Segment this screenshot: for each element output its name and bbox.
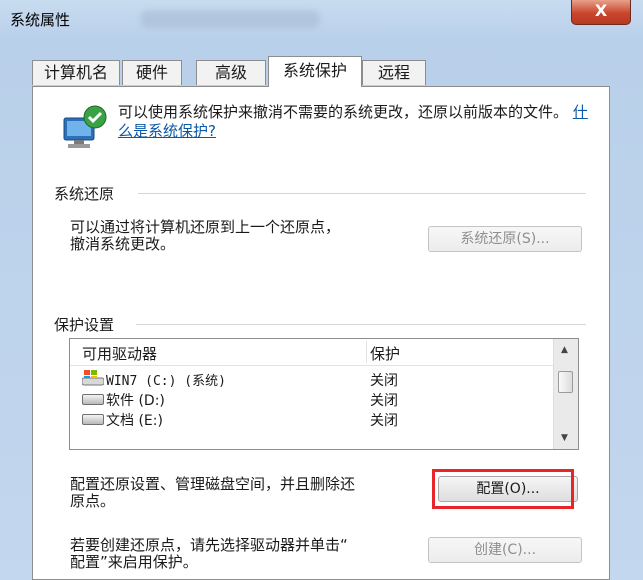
configure-desc-line1: 配置还原设置、管理磁盘空间，并且删除还 — [70, 475, 356, 493]
table-row[interactable]: WIN7 (C:) (系统) 关闭 — [70, 369, 554, 389]
column-header-protection[interactable]: 保护 — [370, 343, 400, 364]
windows-drive-icon — [82, 370, 104, 386]
restore-desc-line2: 撤消系统更改。 — [70, 235, 176, 253]
drive-icon — [82, 394, 104, 405]
scroll-up-icon[interactable]: ▲ — [561, 345, 568, 355]
configure-desc-line2: 原点。 — [70, 492, 116, 510]
drive-protection-status: 关闭 — [370, 393, 398, 409]
list-header: 可用驱动器 保护 — [70, 339, 554, 366]
window-title: 系统属性 — [10, 11, 71, 29]
column-separator — [366, 341, 367, 363]
create-desc-line1: 若要创建还原点，请先选择驱动器并单击“ — [70, 536, 348, 554]
configure-description: 配置还原设置、管理磁盘空间，并且删除还 原点。 — [70, 476, 355, 510]
intro-description: 可以使用系统保护来撤消不需要的系统更改，还原以前版本的文件。 什么是系统保护? — [118, 103, 588, 141]
system-protection-icon — [63, 105, 107, 148]
system-restore-button[interactable]: 系统还原(S)... — [428, 226, 582, 252]
tab-system-protection[interactable]: 系统保护 — [268, 56, 362, 87]
tab-remote[interactable]: 远程 — [362, 60, 426, 85]
divider — [136, 324, 586, 325]
create-desc-line2: 配置”来启用保护。 — [70, 553, 198, 571]
create-button[interactable]: 创建(C)... — [428, 537, 582, 563]
tab-computer-name[interactable]: 计算机名 — [32, 60, 120, 85]
restore-desc-line1: 可以通过将计算机还原到上一个还原点， — [70, 218, 341, 236]
drive-protection-status: 关闭 — [370, 413, 398, 429]
restore-description: 可以通过将计算机还原到上一个还原点， 撤消系统更改。 — [70, 219, 340, 253]
drive-list[interactable]: 可用驱动器 保护 WIN7 (C:) (系统) 关闭 软件 (D:) 关闭 文档… — [69, 338, 579, 450]
title-bar: 系统属性 X — [0, 0, 643, 38]
intro-text: 可以使用系统保护来撤消不需要的系统更改，还原以前版本的文件。 — [118, 103, 569, 121]
table-row[interactable]: 文档 (E:) 关闭 — [70, 409, 554, 429]
blurred-title-area — [140, 10, 320, 28]
tab-advanced[interactable]: 高级 — [196, 60, 266, 85]
tab-hardware[interactable]: 硬件 — [122, 60, 182, 85]
scrollbar-thumb[interactable] — [558, 371, 573, 393]
drive-icon — [82, 414, 104, 425]
drive-name: 软件 (D:) — [106, 393, 165, 409]
divider — [138, 193, 586, 194]
highlight-box — [432, 469, 574, 509]
drive-name: WIN7 (C:) (系统) — [106, 374, 226, 389]
section-protection-settings: 保护设置 — [54, 316, 115, 334]
window-frame: 系统属性 X 计算机名 硬件 高级 系统保护 远程 可以使用系统保护来撤消不需要… — [0, 0, 643, 580]
close-button[interactable]: X — [571, 0, 631, 25]
vertical-scrollbar[interactable]: ▲ ▼ — [553, 339, 578, 449]
drive-name: 文档 (E:) — [106, 413, 163, 429]
drive-protection-status: 关闭 — [370, 373, 398, 389]
section-system-restore: 系统还原 — [54, 185, 115, 203]
create-description: 若要创建还原点，请先选择驱动器并单击“ 配置”来启用保护。 — [70, 537, 348, 571]
table-row[interactable]: 软件 (D:) 关闭 — [70, 389, 554, 409]
scroll-down-icon[interactable]: ▼ — [561, 433, 568, 443]
column-header-drive[interactable]: 可用驱动器 — [82, 343, 157, 364]
